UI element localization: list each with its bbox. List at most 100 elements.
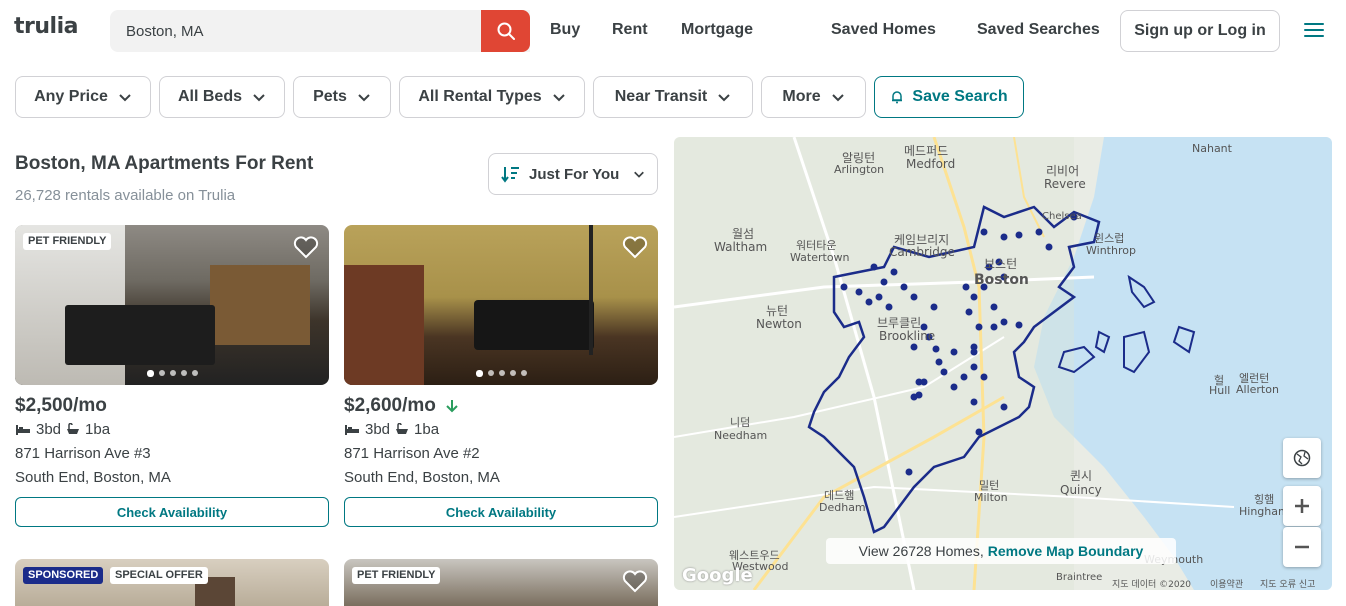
save-search-button[interactable]: Save Search bbox=[874, 76, 1024, 118]
heart-icon[interactable] bbox=[622, 569, 648, 593]
filter-more[interactable]: More bbox=[761, 76, 866, 118]
check-availability-button[interactable]: Check Availability bbox=[344, 497, 658, 527]
map-label: Watertown bbox=[790, 251, 850, 264]
map-report-link[interactable]: 지도 오류 신고 bbox=[1260, 577, 1315, 590]
filter-price[interactable]: Any Price bbox=[15, 76, 151, 118]
listing-photo[interactable]: PET FRIENDLY bbox=[344, 559, 658, 606]
map-boundary-banner: View 26728 Homes, Remove Map Boundary bbox=[826, 538, 1176, 564]
map-label: Nahant bbox=[1192, 142, 1232, 155]
listing-beds-baths: 3bd 1ba bbox=[344, 421, 439, 438]
map-label: Newton bbox=[756, 317, 802, 331]
listing-neighborhood: South End, Boston, MA bbox=[344, 469, 500, 486]
filter-label: All Rental Types bbox=[418, 88, 542, 105]
map-label: Boston bbox=[974, 272, 1029, 288]
heart-icon[interactable] bbox=[622, 235, 648, 259]
map-layers-button[interactable] bbox=[1283, 438, 1321, 478]
map-label: Allerton bbox=[1236, 383, 1279, 396]
map-label: Winthrop bbox=[1086, 244, 1136, 257]
chevron-down-icon bbox=[552, 94, 565, 102]
filter-label: Near Transit bbox=[614, 88, 708, 105]
pet-friendly-badge: PET FRIENDLY bbox=[23, 233, 112, 250]
bath-icon bbox=[67, 423, 80, 434]
map-label: Dedham bbox=[819, 501, 866, 514]
listing-card[interactable]: PET FRIENDLY bbox=[344, 559, 658, 606]
map-label: Revere bbox=[1044, 177, 1086, 191]
map-label: 퀸시 bbox=[1070, 469, 1093, 483]
top-header: trulia Buy Rent Mortgage Saved Homes Sav… bbox=[0, 0, 1346, 62]
listing-address[interactable]: 871 Harrison Ave #2 bbox=[344, 445, 480, 462]
listing-price: $2,600/mo bbox=[344, 395, 458, 417]
map-view[interactable]: 메드퍼드 Medford 알링턴 Arlington 리비어 Revere 월섬… bbox=[674, 137, 1332, 590]
listing-photo[interactable]: SPONSORED SPECIAL OFFER bbox=[15, 559, 329, 606]
map-terms-link[interactable]: 이용약관 bbox=[1210, 577, 1243, 590]
photo-cabinet bbox=[210, 265, 310, 345]
map-label: Needham bbox=[714, 429, 768, 442]
pet-friendly-badge: PET FRIENDLY bbox=[352, 567, 441, 584]
chevron-down-icon bbox=[358, 94, 370, 102]
results-count: 26,728 rentals available on Trulia bbox=[15, 187, 236, 204]
photo-pagination[interactable] bbox=[344, 370, 658, 377]
save-search-label: Save Search bbox=[912, 88, 1008, 105]
hamburger-menu-icon[interactable] bbox=[1304, 23, 1324, 39]
remove-boundary-link[interactable]: Remove Map Boundary bbox=[988, 543, 1144, 559]
map-canvas[interactable] bbox=[674, 137, 1332, 590]
map-label: Cambridge bbox=[889, 245, 955, 259]
search-icon bbox=[497, 22, 515, 40]
filter-near-transit[interactable]: Near Transit bbox=[593, 76, 753, 118]
filter-label: Any Price bbox=[34, 88, 108, 105]
map-home-count: View 26728 Homes, bbox=[858, 543, 984, 559]
listing-price: $2,500/mo bbox=[15, 395, 107, 416]
zoom-out-button[interactable] bbox=[1283, 527, 1321, 567]
nav-buy[interactable]: Buy bbox=[550, 21, 580, 39]
nav-saved-searches[interactable]: Saved Searches bbox=[977, 21, 1100, 39]
filter-beds[interactable]: All Beds bbox=[159, 76, 285, 118]
sort-dropdown[interactable]: Just For You bbox=[488, 153, 658, 195]
map-label: Waltham bbox=[714, 240, 768, 254]
photo-table bbox=[65, 305, 215, 365]
zoom-in-button[interactable] bbox=[1283, 486, 1321, 526]
listing-address[interactable]: 871 Harrison Ave #3 bbox=[15, 445, 151, 462]
login-button[interactable]: Sign up or Log in bbox=[1120, 10, 1280, 52]
map-label: Brookline bbox=[879, 329, 936, 343]
filter-pets[interactable]: Pets bbox=[293, 76, 391, 118]
listing-card[interactable]: SPONSORED SPECIAL OFFER bbox=[15, 559, 329, 606]
chevron-down-icon bbox=[253, 94, 265, 102]
heart-icon[interactable] bbox=[293, 235, 319, 259]
minus-icon bbox=[1295, 545, 1309, 549]
bed-icon bbox=[16, 424, 30, 435]
chevron-down-icon bbox=[634, 171, 644, 178]
check-availability-button[interactable]: Check Availability bbox=[15, 497, 329, 527]
search-input[interactable] bbox=[110, 10, 482, 52]
filter-rental-types[interactable]: All Rental Types bbox=[399, 76, 585, 118]
listing-photo[interactable]: PET FRIENDLY bbox=[15, 225, 329, 385]
map-attribution: 지도 데이터 ©2020 bbox=[1112, 580, 1192, 590]
nav-saved-homes[interactable]: Saved Homes bbox=[831, 21, 936, 39]
listing-card[interactable]: $2,600/mo 3bd 1ba 871 Harrison Ave #2 So… bbox=[344, 225, 658, 530]
map-label: Milton bbox=[974, 491, 1008, 504]
map-label: Hingham bbox=[1239, 505, 1289, 518]
photo-lamp bbox=[589, 225, 593, 355]
trulia-logo[interactable]: trulia bbox=[14, 14, 78, 39]
map-label: Braintree bbox=[1056, 572, 1103, 583]
nav-rent[interactable]: Rent bbox=[612, 21, 648, 39]
globe-icon bbox=[1293, 449, 1311, 467]
map-label: Medford bbox=[906, 157, 956, 171]
photo-pagination[interactable] bbox=[15, 370, 329, 377]
photo-shelf bbox=[344, 265, 424, 385]
google-logo: Google bbox=[682, 565, 753, 586]
nav-mortgage[interactable]: Mortgage bbox=[681, 21, 753, 39]
price-drop-arrow-icon bbox=[446, 400, 458, 413]
bath-icon bbox=[396, 423, 409, 434]
map-label: Quincy bbox=[1060, 483, 1102, 497]
filter-label: More bbox=[782, 88, 821, 105]
map-label: Hull bbox=[1209, 384, 1231, 397]
bell-icon bbox=[892, 91, 903, 104]
chevron-down-icon bbox=[831, 94, 844, 102]
listing-neighborhood: South End, Boston, MA bbox=[15, 469, 171, 486]
listing-card[interactable]: PET FRIENDLY $2,500/mo 3bd 1ba 871 Harri… bbox=[15, 225, 329, 530]
map-label: Chelsea bbox=[1042, 211, 1082, 222]
search-button[interactable] bbox=[481, 10, 530, 52]
search-bar bbox=[110, 10, 530, 52]
listing-photo[interactable] bbox=[344, 225, 658, 385]
filter-label: Pets bbox=[313, 88, 347, 105]
